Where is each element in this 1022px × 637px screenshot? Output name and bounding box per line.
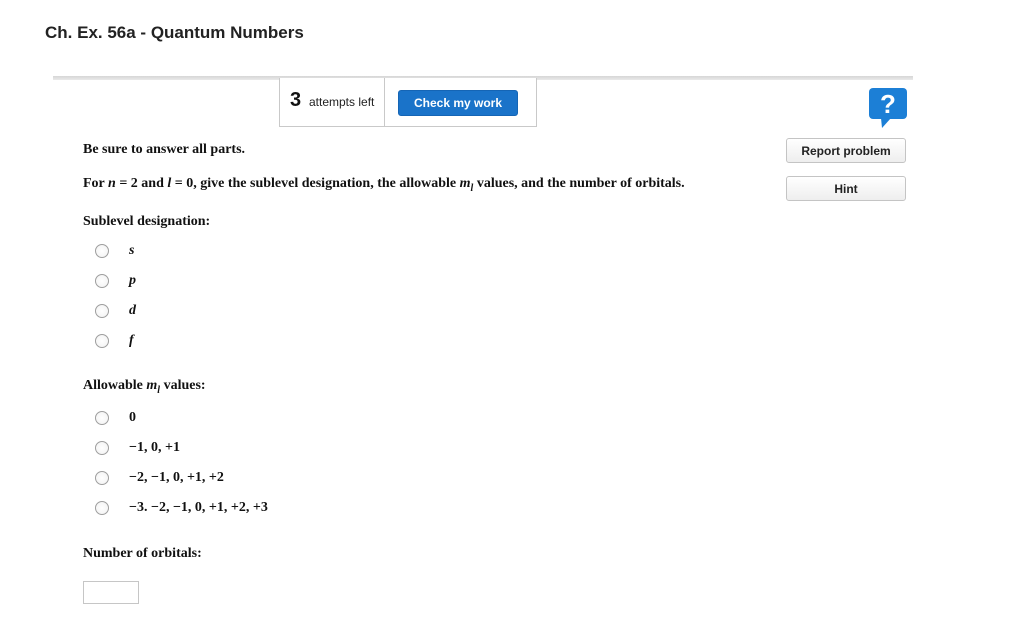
- option-label: d: [129, 303, 136, 318]
- page-title: Ch. Ex. 56a - Quantum Numbers: [45, 23, 304, 42]
- option-label: s: [129, 243, 135, 258]
- option-label: −1, 0, +1: [129, 440, 180, 455]
- radio-button[interactable]: [95, 244, 109, 258]
- prompt-text: = 0, give the sublevel designation, the …: [171, 176, 460, 191]
- instruction-text: Be sure to answer all parts.: [83, 142, 246, 157]
- option-label: −3. −2, −1, 0, +1, +2, +3: [129, 500, 268, 515]
- help-icon[interactable]: ?: [868, 87, 908, 129]
- radio-button[interactable]: [95, 441, 109, 455]
- radio-button[interactable]: [95, 334, 109, 348]
- attempts-panel: 3 attempts left Check my work: [279, 78, 537, 127]
- option-label: −2, −1, 0, +1, +2: [129, 470, 224, 485]
- heading-text: values:: [160, 378, 206, 393]
- question-prompt: For n = 2 and l = 0, give the sublevel d…: [83, 176, 685, 194]
- heading-text: Allowable: [83, 378, 147, 393]
- prompt-text: For: [83, 176, 109, 191]
- check-my-work-button[interactable]: Check my work: [398, 90, 518, 116]
- ml-values-heading: Allowable ml values:: [83, 378, 206, 396]
- orbitals-heading: Number of orbitals:: [83, 546, 202, 561]
- prompt-text: = 2 and: [115, 176, 168, 191]
- radio-button[interactable]: [95, 274, 109, 288]
- radio-button[interactable]: [95, 501, 109, 515]
- option-label: 0: [129, 410, 136, 425]
- attempts-label: attempts left: [309, 95, 375, 109]
- sublevel-heading: Sublevel designation:: [83, 214, 211, 229]
- option-label: p: [129, 273, 136, 288]
- option-label: f: [129, 333, 134, 348]
- heading-text: m: [146, 378, 158, 393]
- hint-button[interactable]: Hint: [786, 176, 906, 201]
- radio-button[interactable]: [95, 471, 109, 485]
- attempts-count: 3: [290, 89, 302, 111]
- help-glyph: ?: [880, 89, 896, 119]
- radio-button[interactable]: [95, 304, 109, 318]
- radio-button[interactable]: [95, 411, 109, 425]
- prompt-text: m: [459, 176, 471, 191]
- prompt-text: values, and the number of orbitals.: [473, 176, 685, 191]
- attempts-divider: [384, 78, 385, 126]
- report-problem-button[interactable]: Report problem: [786, 138, 906, 163]
- orbitals-input[interactable]: [83, 581, 139, 604]
- prompt-text: n: [108, 176, 116, 191]
